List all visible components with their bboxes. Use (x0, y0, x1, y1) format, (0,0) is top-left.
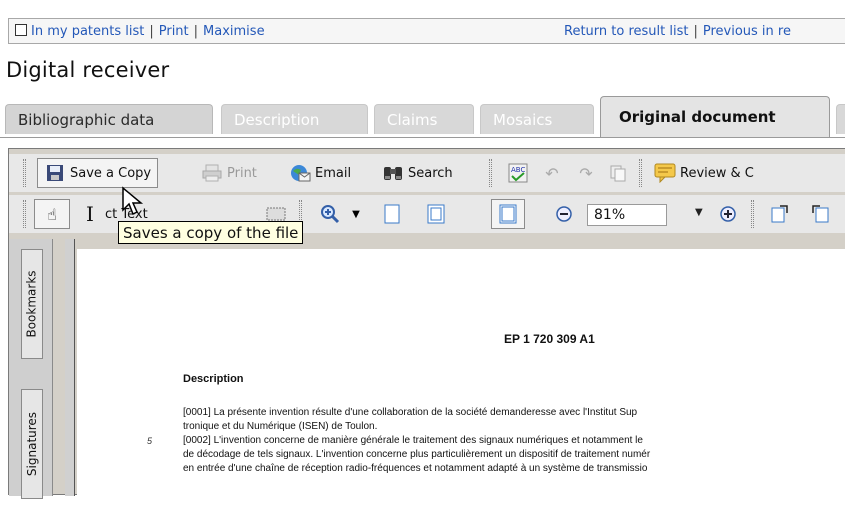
rotate-clockwise-icon[interactable] (769, 203, 791, 225)
page-title: Digital receiver (6, 58, 170, 82)
tab-original-document[interactable]: Original document (600, 96, 830, 138)
paragraph-line: en entrée d'une chaîne de réception radi… (183, 463, 648, 474)
tab-underline (0, 137, 845, 138)
floppy-disk-icon (44, 162, 66, 184)
return-to-results-link[interactable]: Return to result list (564, 24, 688, 39)
previous-link[interactable]: Previous in re (703, 24, 791, 39)
email-label: Email (315, 165, 352, 181)
hand-tool-button[interactable]: ☝ (34, 199, 70, 229)
hand-icon: ☝ (47, 204, 57, 224)
zoom-dropdown-arrow[interactable]: ▼ (695, 207, 703, 218)
maximise-link[interactable]: Maximise (203, 24, 265, 39)
navigation-pane-divider[interactable] (65, 239, 75, 496)
paragraph-line: de décodage de tels signaux. L'invention… (183, 449, 651, 460)
undo-icon[interactable]: ↶ (541, 162, 563, 184)
email-button[interactable]: Email (289, 158, 351, 188)
globe-mail-icon (289, 162, 311, 184)
save-copy-label: Save a Copy (70, 165, 152, 181)
review-comment-label: Review & C (680, 165, 754, 181)
bookmarks-tab[interactable]: Bookmarks (21, 249, 43, 359)
toolbar-grip[interactable] (23, 159, 26, 187)
patent-action-bar: In my patents list | Print | Maximise Return… (8, 18, 845, 44)
section-heading: Description (183, 373, 244, 385)
tab-mosaics[interactable]: Mosaics (480, 104, 594, 134)
chevron-down-icon[interactable]: ▼ (345, 203, 367, 225)
document-page: EP 1 720 309 A1 Description [0001] La pr… (77, 249, 845, 509)
binoculars-icon (382, 162, 404, 184)
line-number: 5 (147, 436, 153, 446)
comment-bubble-icon (654, 162, 676, 184)
print-label: Print (227, 165, 257, 181)
copy-icon[interactable] (607, 162, 629, 184)
printer-icon (201, 162, 223, 184)
paragraph-line: [0002] L'invention concerne de manière g… (183, 435, 643, 446)
toolbar-grip[interactable] (489, 159, 492, 187)
tab-bibliographic-data[interactable]: Bibliographic data (5, 104, 213, 134)
fit-width-button[interactable] (491, 199, 525, 229)
paragraph-line: tronique et du Numérique (ISEN) de Toulo… (183, 421, 378, 432)
right-links: Return to result list | Previous in re (564, 24, 791, 39)
zoom-in-icon[interactable] (319, 203, 341, 225)
search-label: Search (408, 165, 453, 181)
tab-claims[interactable]: Claims (374, 104, 474, 134)
separator: | (193, 24, 199, 39)
rotate-counterclockwise-icon[interactable] (809, 203, 831, 225)
zoom-level-input[interactable]: 81% (587, 204, 667, 226)
separator: | (693, 24, 698, 39)
paragraph-line: [0001] La présente invention résulte d'u… (183, 407, 638, 418)
actual-size-icon[interactable] (381, 203, 403, 225)
tab-description[interactable]: Description (221, 104, 368, 134)
text-cursor-icon: I (86, 202, 94, 226)
zoom-out-icon[interactable] (553, 203, 575, 225)
print-link[interactable]: Print (159, 24, 189, 39)
tab-overflow[interactable] (836, 104, 845, 134)
fit-page-icon[interactable] (425, 203, 447, 225)
publication-number: EP 1 720 309 A1 (504, 332, 595, 346)
navigation-pane: Bookmarks Signatures (9, 239, 53, 499)
review-comment-button[interactable]: Review & C (654, 158, 754, 188)
my-patents-checkbox[interactable] (15, 24, 27, 36)
my-patents-link[interactable]: In my patents list (31, 24, 144, 39)
fit-width-icon (497, 203, 519, 225)
mouse-pointer-icon (122, 186, 144, 216)
search-button[interactable]: Search (382, 158, 453, 188)
left-links: In my patents list | Print | Maximise (15, 24, 265, 39)
save-copy-button[interactable]: Save a Copy (37, 158, 159, 188)
signatures-tab-label: Signatures (25, 411, 39, 477)
toolbar-grip[interactable] (639, 159, 642, 187)
spell-check-icon[interactable]: ABC (507, 162, 529, 184)
redo-icon[interactable]: ↷ (575, 162, 597, 184)
tab-bar: Bibliographic data Description Claims Mo… (0, 96, 845, 138)
zoom-plus-icon[interactable] (717, 203, 739, 225)
signatures-tab[interactable]: Signatures (21, 389, 43, 499)
print-button[interactable]: Print (201, 158, 257, 188)
toolbar-grip[interactable] (23, 200, 26, 228)
separator: | (149, 24, 154, 39)
toolbar-grip[interactable] (751, 200, 754, 228)
save-copy-tooltip: Saves a copy of the file (118, 221, 304, 244)
bookmarks-tab-label: Bookmarks (25, 270, 40, 338)
